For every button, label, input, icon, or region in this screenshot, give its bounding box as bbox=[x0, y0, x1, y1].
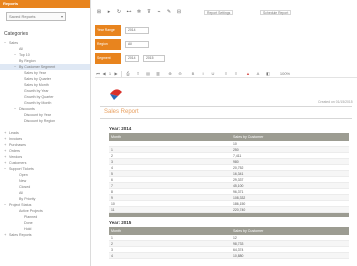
chevron-down-icon: ▾ bbox=[60, 14, 63, 19]
column-header[interactable]: Month bbox=[111, 227, 121, 235]
italic-icon[interactable]: I bbox=[200, 71, 206, 77]
table-row: 11 220,740 bbox=[109, 207, 349, 213]
sidebar: Reports Saved Reports ▾ Categories − Sale… bbox=[0, 0, 91, 266]
forward-icon[interactable]: ▸ bbox=[106, 9, 112, 15]
report-group-select-value: Saved Reports bbox=[9, 14, 36, 19]
report-table: Month Sales by Customer 1 12 2 98,733 3 64,374 4… bbox=[109, 227, 349, 259]
divider bbox=[100, 118, 352, 119]
divider bbox=[100, 106, 352, 107]
control-row-1: Year Range 2014 bbox=[95, 25, 357, 36]
column-header[interactable]: Sales by Customer bbox=[233, 133, 263, 141]
delete-icon[interactable]: ⊟ bbox=[176, 9, 182, 15]
control-label: Year Range bbox=[95, 25, 121, 36]
table-header: Month Sales by Customer bbox=[109, 227, 349, 235]
report-group-select[interactable]: Saved Reports ▾ bbox=[6, 12, 66, 21]
section-title: Year: 2015 bbox=[109, 220, 132, 225]
table-cell: 11 bbox=[111, 208, 115, 212]
zoom-in-icon[interactable]: ⊕ bbox=[167, 71, 173, 77]
refresh-icon[interactable]: ↻ bbox=[116, 9, 122, 15]
column-header[interactable]: Month bbox=[111, 133, 121, 141]
categories-title: Categories bbox=[4, 31, 29, 37]
export-icon[interactable]: ⇪ bbox=[135, 71, 141, 77]
filter-icon[interactable]: ⊽ bbox=[146, 9, 152, 15]
report-settings-button[interactable]: Report Settings bbox=[204, 10, 234, 15]
text-color-icon[interactable]: A bbox=[255, 71, 261, 77]
align-left-icon[interactable]: ≡ bbox=[223, 71, 229, 77]
control-row-3: Segment 2014 2015 bbox=[95, 53, 357, 64]
table-cell: 4 bbox=[111, 254, 113, 258]
segment-from-field[interactable]: 2014 bbox=[125, 55, 139, 62]
control-label: Region bbox=[95, 39, 121, 50]
expand-icon[interactable]: + bbox=[4, 232, 6, 238]
toolbar: Report Settings Schedule Report ⊞ ▸ ↻ ⊷ ✲ ⊽ ⌁ ✎… bbox=[92, 0, 357, 22]
new-icon[interactable]: ⊞ bbox=[96, 9, 102, 15]
control-label: Segment bbox=[95, 53, 121, 64]
align-center-icon[interactable]: ≡ bbox=[233, 71, 239, 77]
table-row: 4 10,880 bbox=[109, 253, 349, 259]
company-logo bbox=[110, 89, 122, 100]
schedule-report-button[interactable]: Schedule Report bbox=[260, 10, 292, 15]
print-icon[interactable]: ⎙ bbox=[125, 71, 131, 77]
chart-icon[interactable]: ⌁ bbox=[156, 9, 162, 15]
tree-item-label: Sales Reports bbox=[9, 233, 32, 237]
underline-icon[interactable]: U bbox=[210, 71, 216, 77]
table-cell: 10,880 bbox=[233, 254, 244, 258]
year-range-field[interactable]: 2014 bbox=[125, 27, 149, 34]
copy-icon[interactable]: ▥ bbox=[155, 71, 161, 77]
table-header: Month Sales by Customer bbox=[109, 133, 349, 141]
settings-icon[interactable]: ✲ bbox=[136, 9, 142, 15]
tree-item[interactable]: + Sales Reports bbox=[0, 232, 90, 238]
zoom-out-icon[interactable]: ⊖ bbox=[177, 71, 183, 77]
sidebar-header: Reports bbox=[0, 0, 90, 8]
category-tree: − Sales All − Top 10 By Region − By Customer Se… bbox=[0, 40, 90, 238]
pdf-icon[interactable]: ▲ bbox=[245, 71, 251, 77]
section-title: Year: 2014 bbox=[109, 126, 132, 131]
fill-color-icon[interactable]: ◧ bbox=[265, 71, 271, 77]
control-row-2: Region All bbox=[95, 39, 357, 50]
bold-icon[interactable]: B bbox=[190, 71, 196, 77]
zoom-level[interactable]: 100% bbox=[278, 71, 292, 77]
main-area: Report Settings Schedule Report ⊞ ▸ ↻ ⊷ ✲ ⊽ ⌁ ✎… bbox=[92, 0, 357, 266]
table-footer bbox=[109, 213, 349, 217]
region-field[interactable]: All bbox=[125, 41, 149, 48]
table-cell: 220,740 bbox=[233, 208, 246, 212]
report-title: Sales Report bbox=[104, 109, 139, 115]
segment-to-field[interactable]: 2015 bbox=[143, 55, 165, 62]
edit-icon[interactable]: ✎ bbox=[166, 9, 172, 15]
report-created-date: Created on 01/15/2015 bbox=[318, 100, 353, 104]
column-header[interactable]: Sales by Customer bbox=[233, 227, 263, 235]
report-table: Month Sales by Customer 10 1 250 2 7,411 3 980 4 2… bbox=[109, 133, 349, 217]
report-toolbar: ⏮ ◀ 1 ▶ ⎙ ⇪ ▤ ▥ ⊕ ⊖ B I U ≡ ≡ ▲ A ◧ 100% bbox=[95, 70, 357, 78]
save-icon[interactable]: ▤ bbox=[145, 71, 151, 77]
next-page-icon[interactable]: ▶ bbox=[113, 71, 119, 77]
pin-icon[interactable]: ⊷ bbox=[126, 9, 132, 15]
